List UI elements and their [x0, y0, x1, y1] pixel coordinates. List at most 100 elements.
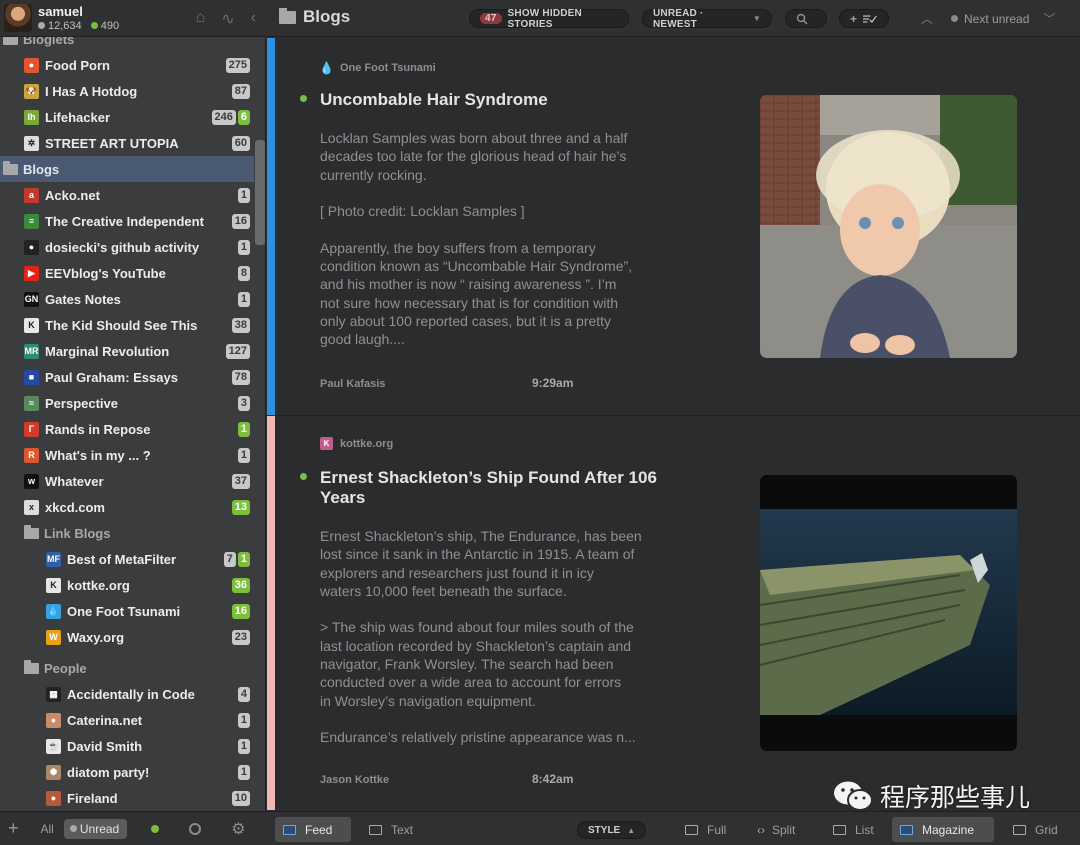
feed-row[interactable]: MF Best of MetaFilter 7 1 — [0, 546, 254, 572]
add-feed-icon[interactable]: + — [8, 818, 19, 839]
feed-row[interactable]: ✲ STREET ART UTOPIA 60 — [0, 130, 254, 156]
feed-row[interactable]: ☕ David Smith 1 — [0, 733, 254, 759]
unread-count-badge: 37 — [231, 473, 250, 489]
feed-row[interactable]: ✺ diatom party! 1 — [0, 759, 254, 785]
feed-row[interactable]: ≡ The Creative Independent 16 — [0, 208, 254, 234]
list-layout-icon — [833, 824, 846, 835]
chevron-up-icon: ▲ — [627, 825, 636, 835]
feed-title: xkcd.com — [45, 499, 105, 515]
magazine-layout-button[interactable]: Magazine — [892, 817, 994, 842]
feed-row[interactable]: ● dosiecki's github activity 1 — [0, 234, 254, 260]
unread-counts: 71 — [223, 551, 250, 567]
previous-story-icon[interactable]: ︿ — [921, 10, 933, 27]
clock-icon[interactable] — [189, 822, 202, 835]
unread-indicator-icon — [300, 95, 307, 102]
sidebar-scrollbar[interactable] — [255, 140, 265, 245]
filter-unread-button[interactable]: Unread — [63, 818, 128, 839]
unread-counts: 3 — [237, 395, 250, 411]
story-source[interactable]: 💧 One Foot Tsunami — [319, 61, 436, 75]
full-layout-button[interactable]: Full — [677, 817, 734, 842]
folder-icon — [3, 37, 18, 45]
feed-row[interactable]: ● Fireland 10 — [0, 785, 254, 809]
feed-title: The Kid Should See This — [45, 317, 198, 333]
feed-row[interactable]: ≈ Perspective 3 — [0, 390, 254, 416]
sidebar-footer: + All Unread ⚙ — [0, 811, 266, 845]
feed-view-button[interactable]: Feed — [275, 817, 351, 842]
plus-icon: + — [850, 11, 858, 26]
full-layout-label: Full — [707, 822, 727, 837]
collapse-sidebar-icon[interactable]: ‹ — [251, 9, 256, 29]
excerpt-paragraph: > The ship was found about four miles so… — [320, 619, 634, 709]
filter-focus-button[interactable] — [151, 824, 160, 833]
text-view-button[interactable]: Text — [361, 817, 421, 842]
feed-favicon-icon: R — [24, 447, 39, 463]
feed-row[interactable]: GN Gates Notes 1 — [0, 286, 254, 312]
full-layout-icon — [685, 824, 698, 835]
unread-counts: 1 — [237, 447, 250, 463]
feed-favicon-icon: Γ — [24, 421, 39, 437]
watermark-text: 程序那些事儿 — [880, 783, 1031, 812]
feed-row[interactable]: R What's in my ... ? 1 — [0, 442, 254, 468]
feed-row[interactable]: 🐶 I Has A Hotdog 87 — [0, 78, 254, 104]
feed-row[interactable]: ■ Paul Graham: Essays 78 — [0, 364, 254, 390]
story-thumbnail[interactable] — [760, 95, 1017, 358]
feed-row[interactable]: ● Caterina.net 1 — [0, 707, 254, 733]
story-title[interactable]: Ernest Shackleton’s Ship Found After 106… — [320, 468, 680, 508]
filter-unread-label: Unread — [79, 821, 120, 836]
story-card[interactable]: 💧 One Foot Tsunami Uncombable Hair Syndr… — [267, 38, 1080, 415]
feed-title: STREET ART UTOPIA — [45, 135, 179, 151]
mark-all-read-icon — [863, 14, 877, 23]
feed-row[interactable]: w Whatever 37 — [0, 468, 254, 494]
search-icon — [796, 13, 808, 25]
style-dropdown[interactable]: STYLE ▲ — [577, 821, 647, 839]
folder-row[interactable]: Blogiets — [0, 37, 254, 52]
story-author: Paul Kafasis — [320, 378, 386, 390]
feed-row[interactable]: a Acko.net 1 — [0, 182, 254, 208]
folder-row[interactable]: Blogs — [0, 156, 254, 182]
feed-row[interactable]: ▦ Accidentally in Code 4 — [0, 681, 254, 707]
feed-favicon-icon: GN — [24, 291, 39, 307]
username: samuel — [38, 4, 83, 19]
grid-layout-button[interactable]: Grid — [1005, 817, 1066, 842]
order-label: UNREAD · NEWEST — [653, 7, 704, 30]
feed-row[interactable]: Γ Rands in Repose 1 — [0, 416, 254, 442]
story-card[interactable]: K kottke.org Ernest Shackleton’s Ship Fo… — [267, 416, 1080, 810]
feed-row[interactable]: Kkottke.org 36 — [0, 572, 254, 598]
unread-counts: 78 — [231, 369, 250, 385]
feed-row[interactable]: x xkcd.com 13 — [0, 494, 254, 520]
story-source[interactable]: K kottke.org — [320, 437, 393, 450]
filter-all-button[interactable]: All — [41, 822, 54, 836]
feed-row[interactable]: ● Food Porn 275 — [0, 52, 254, 78]
story-feed-color-bar — [267, 38, 275, 415]
feed-title: Paul Graham: Essays — [45, 369, 178, 385]
activity-icon[interactable]: ∿ — [221, 9, 234, 29]
unread-count-badge: 1 — [237, 738, 250, 754]
show-hidden-stories-button[interactable]: 47 SHOW HIDDEN STORIES — [469, 8, 629, 30]
list-layout-button[interactable]: List — [825, 817, 882, 842]
feed-row[interactable]: ▶ EEVblog's YouTube 8 — [0, 260, 254, 286]
unread-count-badge: 1 — [237, 239, 250, 255]
gear-icon[interactable]: ⚙ — [231, 819, 245, 839]
split-layout-button[interactable]: ‹› Split — [749, 817, 803, 842]
story-title[interactable]: Uncombable Hair Syndrome — [320, 90, 680, 110]
mark-read-button[interactable]: + — [839, 9, 889, 28]
order-dropdown[interactable]: UNREAD · NEWEST ▼ — [642, 7, 772, 30]
next-story-icon[interactable]: ﹀ — [1043, 10, 1055, 27]
feed-row[interactable]: W Waxy.org 23 — [0, 624, 254, 650]
search-button[interactable] — [785, 9, 827, 28]
unread-counts: 87 — [231, 83, 250, 99]
story-thumbnail[interactable] — [760, 475, 1017, 751]
folder-row[interactable]: Link Blogs — [0, 520, 254, 546]
feed-row[interactable]: K The Kid Should See This 38 — [0, 312, 254, 338]
feed-row[interactable]: MR Marginal Revolution 127 — [0, 338, 254, 364]
next-unread-button[interactable]: Next unread — [951, 12, 1029, 26]
wechat-logo-icon — [834, 781, 873, 811]
folder-row[interactable]: People — [0, 655, 254, 681]
feed-row[interactable]: 💧 One Foot Tsunami 16 — [0, 598, 254, 624]
unread-count-badge: 87 — [231, 83, 250, 99]
home-icon[interactable]: ⌂ — [196, 9, 206, 29]
avatar[interactable] — [4, 4, 32, 32]
story-excerpt: Locklan Samples was born about three and… — [320, 129, 680, 367]
feed-row[interactable]: lh Lifehacker 246 6 — [0, 104, 254, 130]
feed-title: Lifehacker — [45, 109, 111, 125]
